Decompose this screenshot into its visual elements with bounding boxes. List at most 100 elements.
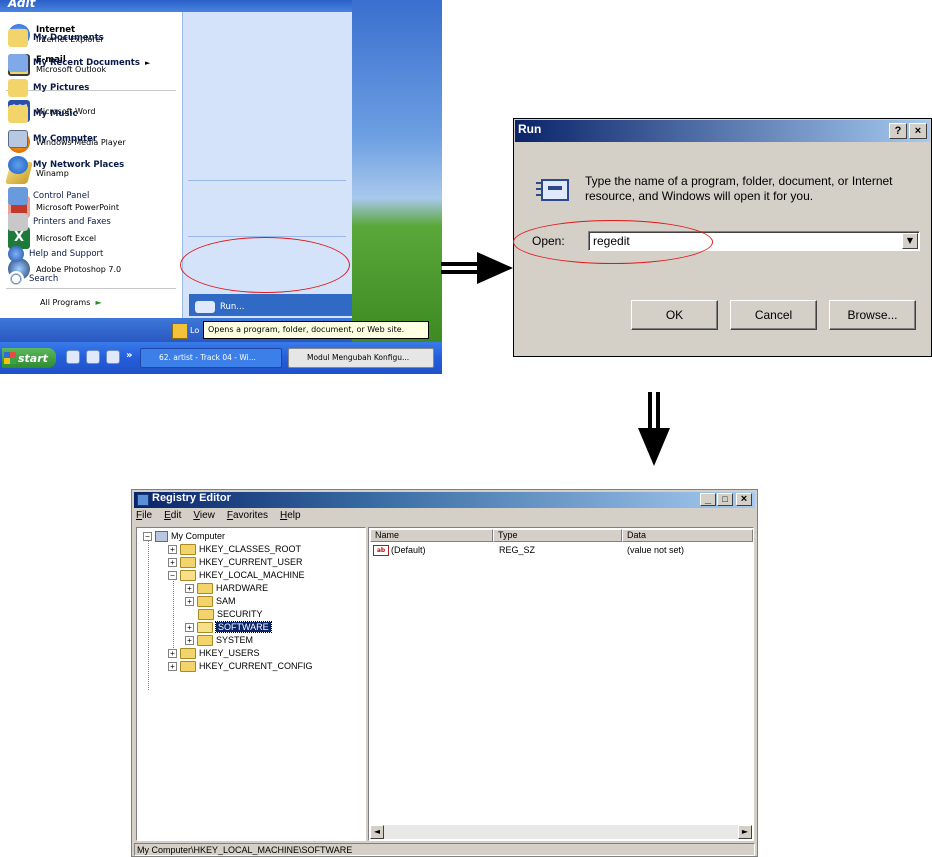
menu-file[interactable]: File: [136, 510, 152, 521]
tree-node-sam[interactable]: + SAM: [185, 595, 236, 607]
run-titlebar: Run ? ×: [515, 120, 930, 142]
maximize-button[interactable]: □: [717, 493, 733, 506]
run-icon: [195, 301, 215, 313]
printer-icon: [8, 213, 28, 231]
close-button[interactable]: ×: [736, 493, 752, 506]
tree-node-system[interactable]: + SYSTEM: [185, 634, 253, 646]
collapse-icon[interactable]: −: [168, 570, 177, 580]
place-search[interactable]: Search: [8, 268, 58, 290]
place-my-pictures[interactable]: My Pictures: [8, 77, 89, 99]
tree-node-my-computer[interactable]: − My Computer: [143, 530, 225, 542]
taskbar-button-document[interactable]: Modul Mengubah Konfigu...: [288, 348, 434, 368]
quicklaunch-ie-icon[interactable]: [66, 350, 80, 364]
ok-button[interactable]: OK: [631, 300, 718, 330]
logoff-label[interactable]: Lo: [190, 326, 199, 335]
chevron-down-icon[interactable]: ▼: [902, 233, 918, 249]
menu-edit[interactable]: Edit: [164, 510, 181, 521]
place-my-recent-documents[interactable]: My Recent Documents ►: [8, 52, 150, 74]
help-icon: [8, 246, 24, 262]
computer-icon: [8, 130, 28, 148]
column-header-name[interactable]: Name: [370, 529, 493, 542]
place-my-network-places[interactable]: My Network Places: [8, 154, 124, 176]
column-header-data[interactable]: Data: [622, 529, 753, 542]
run-program-icon: [536, 179, 569, 201]
place-label: Run...: [220, 302, 245, 312]
place-printers-faxes[interactable]: Printers and Faxes: [8, 211, 111, 233]
node-label-selected: SOFTWARE: [215, 621, 272, 633]
folder-icon: [197, 595, 213, 607]
menu-favorites[interactable]: Favorites: [227, 510, 268, 521]
horizontal-scrollbar[interactable]: ◄ ►: [370, 825, 752, 839]
place-label: My Recent Documents: [33, 58, 140, 68]
expand-icon[interactable]: +: [185, 596, 194, 606]
open-folder-icon: [180, 569, 196, 581]
place-my-music[interactable]: My Music: [8, 103, 77, 125]
quicklaunch-desktop-icon[interactable]: [86, 350, 100, 364]
node-label: HKEY_LOCAL_MACHINE: [199, 570, 305, 580]
tree-node-hkey-current-user[interactable]: + HKEY_CURRENT_USER: [168, 556, 303, 568]
expand-icon[interactable]: +: [168, 557, 177, 567]
expand-icon[interactable]: +: [185, 622, 194, 632]
expand-icon[interactable]: +: [168, 544, 177, 554]
string-value-icon: ab: [373, 545, 389, 556]
arrow-down-icon: [638, 392, 670, 466]
tree-line: [173, 578, 174, 650]
open-folder-icon: [197, 621, 213, 633]
start-button[interactable]: start: [2, 348, 56, 368]
menu-view[interactable]: View: [193, 510, 215, 521]
control-panel-icon: [8, 187, 28, 205]
arrow-right-icon: [441, 252, 513, 284]
run-menu-item[interactable]: Run...: [189, 294, 352, 316]
tree-node-hkey-current-config[interactable]: + HKEY_CURRENT_CONFIG: [168, 660, 313, 672]
expand-icon[interactable]: +: [185, 635, 194, 645]
browse-button[interactable]: Browse...: [829, 300, 916, 330]
place-my-computer[interactable]: My Computer: [8, 128, 97, 150]
collapse-icon[interactable]: −: [143, 531, 152, 541]
folder-icon: [197, 634, 213, 646]
quicklaunch-media-icon[interactable]: [106, 350, 120, 364]
tree-node-hkey-classes-root[interactable]: + HKEY_CLASSES_ROOT: [168, 543, 301, 555]
folder-icon: [180, 647, 196, 659]
place-label: My Music: [33, 109, 78, 119]
close-button[interactable]: ×: [909, 123, 927, 139]
column-header-type[interactable]: Type: [493, 529, 622, 542]
minimize-button[interactable]: _: [700, 493, 716, 506]
place-label: My Pictures: [33, 83, 90, 93]
place-control-panel[interactable]: Control Panel: [8, 185, 89, 207]
network-icon: [8, 156, 28, 174]
place-label: Search: [29, 274, 59, 284]
logoff-icon[interactable]: [172, 323, 188, 339]
search-icon: [8, 271, 24, 287]
tree-node-hkey-local-machine[interactable]: − HKEY_LOCAL_MACHINE: [168, 569, 305, 581]
quicklaunch-chevron-icon[interactable]: »: [126, 350, 132, 361]
cancel-button[interactable]: Cancel: [730, 300, 817, 330]
scroll-left-icon[interactable]: ◄: [370, 825, 384, 839]
run-description: Type the name of a program, folder, docu…: [585, 174, 893, 203]
tree-node-security[interactable]: SECURITY: [198, 608, 263, 620]
values-list[interactable]: Name Type Data ab (Default) REG_SZ (valu…: [368, 527, 754, 841]
node-label: SYSTEM: [216, 635, 254, 645]
value-data: (value not set): [627, 545, 685, 555]
value-name[interactable]: (Default): [391, 545, 426, 555]
recent-documents-icon: [8, 54, 28, 72]
tree-node-hkey-users[interactable]: + HKEY_USERS: [168, 647, 260, 659]
expand-icon[interactable]: +: [185, 583, 194, 593]
registry-tree[interactable]: − My Computer + HKEY_CLASSES_ROOT + HKEY…: [136, 527, 366, 841]
taskbar-button-winamp[interactable]: 62. artist - Track 04 - Wi...: [140, 348, 282, 368]
menu-help[interactable]: Help: [280, 510, 301, 521]
expand-icon[interactable]: +: [168, 661, 177, 671]
place-label: My Network Places: [33, 160, 125, 170]
scroll-right-icon[interactable]: ►: [738, 825, 752, 839]
help-button[interactable]: ?: [889, 123, 907, 139]
folder-icon: [197, 582, 213, 594]
node-label: HKEY_CURRENT_CONFIG: [199, 661, 313, 671]
expand-icon[interactable]: +: [168, 648, 177, 658]
tree-node-software[interactable]: + SOFTWARE: [185, 621, 272, 633]
node-label: HARDWARE: [216, 583, 269, 593]
place-my-documents[interactable]: My Documents: [8, 27, 104, 49]
tree-node-hardware[interactable]: + HARDWARE: [185, 582, 268, 594]
pictures-folder-icon: [8, 79, 28, 97]
desktop-wallpaper: [352, 0, 442, 342]
place-help-support[interactable]: Help and Support: [8, 243, 103, 265]
all-programs-button[interactable]: All Programs ►: [40, 298, 102, 307]
